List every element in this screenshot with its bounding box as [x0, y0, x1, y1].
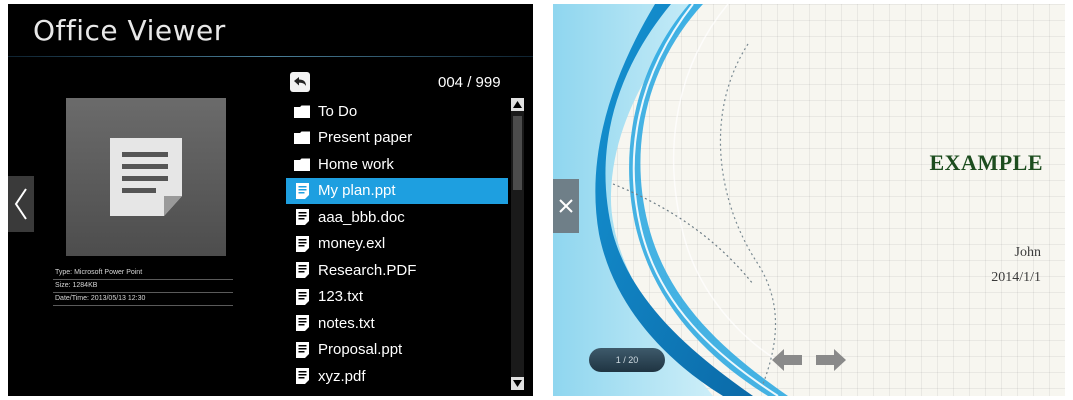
file-name: xyz.pdf	[318, 367, 366, 385]
office-viewer-panel: Office Viewer Type: Microsoft Power Poin…	[8, 4, 533, 396]
triangle-up-icon	[513, 101, 522, 108]
title-divider	[8, 56, 533, 57]
folder-icon	[294, 105, 310, 118]
previous-button[interactable]	[8, 176, 34, 232]
slide-page-indicator: 1 / 20	[589, 348, 665, 372]
file-name: 123.txt	[318, 288, 364, 306]
file-name: Research.PDF	[318, 261, 417, 279]
chevron-left-icon	[14, 188, 27, 220]
folder-icon	[294, 131, 310, 145]
document-icon	[295, 182, 309, 199]
document-icon	[295, 288, 309, 305]
previous-slide-button[interactable]	[771, 347, 803, 373]
close-button[interactable]	[553, 179, 579, 233]
list-item-file[interactable]: aaa_bbb.doc	[286, 204, 508, 231]
list-item-file[interactable]: notes.txt	[286, 310, 508, 337]
app-title: Office Viewer	[33, 14, 226, 47]
scroll-thumb[interactable]	[513, 116, 522, 190]
file-list-scrollbar[interactable]	[511, 98, 524, 390]
file-name: Present paper	[318, 129, 413, 147]
list-item-file[interactable]: Research.PDF	[286, 257, 508, 284]
list-item-file[interactable]: xyz.pdf	[286, 363, 508, 390]
file-name: Home work	[318, 155, 394, 173]
file-name: money.exl	[318, 235, 386, 253]
list-item-folder[interactable]: Present paper	[286, 125, 508, 152]
file-name: My plan.ppt	[318, 182, 396, 200]
folder-icon	[294, 158, 310, 171]
file-type: Type: Microsoft Power Point	[53, 267, 233, 280]
document-icon	[295, 262, 309, 279]
slide-title: Example	[929, 150, 1043, 175]
close-icon	[559, 199, 573, 213]
arrow-right-icon	[816, 349, 846, 371]
list-item-folder[interactable]: To Do	[286, 98, 508, 125]
file-list: To Do Present paper Home work My plan.pp…	[286, 98, 508, 390]
list-item-file[interactable]: money.exl	[286, 231, 508, 258]
scroll-down-button[interactable]	[511, 377, 524, 390]
document-icon	[110, 138, 182, 216]
back-button[interactable]	[290, 72, 310, 92]
file-info: Type: Microsoft Power Point Size: 1284KB…	[53, 267, 233, 306]
document-icon	[295, 315, 309, 332]
file-datetime: Date/Time: 2013/05/13 12:30	[53, 293, 233, 306]
slide-author: John	[1014, 245, 1041, 260]
slide-background-swoosh	[553, 4, 788, 396]
page-counter: 004 / 999	[438, 74, 501, 91]
document-icon	[295, 209, 309, 226]
list-item-file[interactable]: 123.txt	[286, 284, 508, 311]
document-icon	[295, 341, 309, 358]
scroll-up-button[interactable]	[511, 98, 524, 111]
file-name: aaa_bbb.doc	[318, 208, 405, 226]
file-size: Size: 1284KB	[53, 280, 233, 293]
arrow-left-icon	[772, 349, 802, 371]
file-name: Proposal.ppt	[318, 341, 403, 359]
list-item-file[interactable]: Proposal.ppt	[286, 337, 508, 364]
document-icon	[295, 235, 309, 252]
slide-preview-panel: Example John 2014/1/1 1 / 20	[553, 4, 1065, 396]
next-slide-button[interactable]	[815, 347, 847, 373]
file-name: To Do	[318, 102, 358, 120]
slide-date: 2014/1/1	[991, 270, 1041, 285]
list-item-file-selected[interactable]: My plan.ppt	[286, 177, 508, 204]
list-item-folder[interactable]: Home work	[286, 151, 508, 178]
file-preview-thumbnail	[66, 98, 226, 256]
document-icon	[295, 368, 309, 385]
back-arrow-icon	[294, 77, 306, 86]
triangle-down-icon	[513, 380, 522, 387]
file-name: notes.txt	[318, 314, 375, 332]
